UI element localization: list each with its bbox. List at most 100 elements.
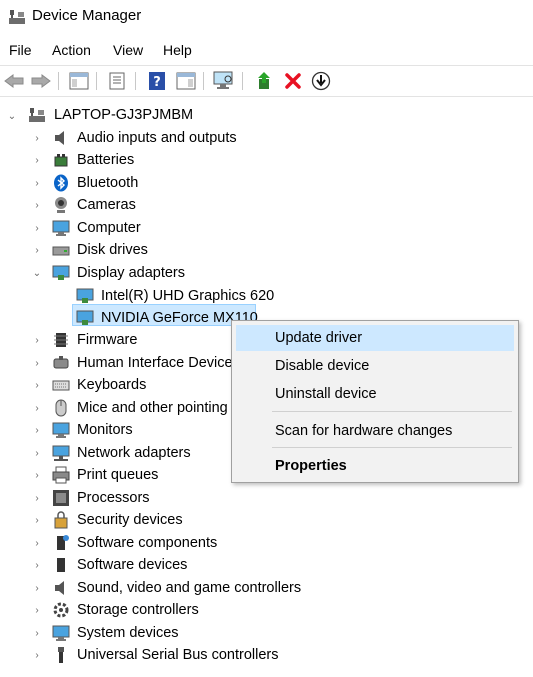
display-adapter-icon	[76, 288, 94, 303]
tree-item-print-queues[interactable]: Print queues	[77, 464, 158, 486]
tree-item-bluetooth[interactable]: Bluetooth	[77, 172, 138, 194]
menu-bar: File Action View Help	[0, 40, 533, 62]
hid-icon	[53, 356, 69, 369]
device-manager-icon	[9, 10, 25, 24]
tree-item-storage[interactable]: Storage controllers	[77, 599, 199, 621]
speaker-icon	[55, 131, 64, 145]
security-key-icon	[54, 511, 68, 529]
chevron-right-icon[interactable]: ›	[32, 380, 42, 391]
software-device-icon	[57, 558, 65, 572]
mouse-icon	[55, 399, 67, 417]
tree-item-monitors[interactable]: Monitors	[77, 419, 133, 441]
menu-properties[interactable]: Properties	[236, 453, 514, 479]
back-arrow-icon[interactable]	[2, 69, 26, 93]
context-menu: Update driver Disable device Uninstall d…	[231, 320, 519, 483]
chevron-right-icon[interactable]: ›	[32, 650, 42, 661]
window-title: Device Manager	[32, 7, 142, 24]
tree-item-firmware[interactable]: Firmware	[77, 329, 137, 351]
chevron-right-icon[interactable]: ›	[32, 245, 42, 256]
tree-item-network[interactable]: Network adapters	[77, 442, 191, 464]
computer-icon	[52, 220, 70, 236]
chevron-right-icon[interactable]: ›	[32, 425, 42, 436]
usb-icon	[58, 647, 64, 663]
monitor-icon	[52, 422, 70, 438]
tree-item-intel-uhd[interactable]: Intel(R) UHD Graphics 620	[101, 285, 274, 307]
printer-icon	[52, 466, 70, 484]
chevron-right-icon[interactable]: ›	[32, 133, 42, 144]
computer-root-icon	[29, 108, 45, 122]
chevron-right-icon[interactable]: ›	[32, 628, 42, 639]
chevron-right-icon[interactable]: ›	[32, 470, 42, 481]
menu-disable-device[interactable]: Disable device	[236, 353, 514, 379]
tree-item-batteries[interactable]: Batteries	[77, 149, 134, 171]
tree-item-software-devices[interactable]: Software devices	[77, 554, 187, 576]
network-adapter-icon	[52, 445, 70, 461]
firmware-chip-icon	[54, 333, 68, 347]
action-pane-icon[interactable]	[174, 69, 198, 93]
help-icon[interactable]: ?	[145, 69, 169, 93]
forward-arrow-icon[interactable]	[29, 69, 53, 93]
chevron-right-icon[interactable]: ›	[32, 538, 42, 549]
show-hide-console-tree-icon[interactable]	[67, 69, 91, 93]
display-adapter-icon	[52, 265, 70, 280]
uninstall-icon[interactable]	[281, 69, 305, 93]
menu-separator	[272, 411, 512, 412]
update-driver-icon[interactable]	[253, 69, 277, 93]
menu-scan-hardware[interactable]: Scan for hardware changes	[236, 418, 514, 444]
keyboard-icon	[52, 380, 70, 391]
tree-root-label[interactable]: LAPTOP-GJ3PJMBM	[54, 104, 193, 126]
battery-icon	[54, 154, 68, 167]
properties-icon[interactable]	[105, 69, 129, 93]
chevron-down-icon[interactable]: ⌄	[7, 111, 17, 122]
tree-item-disk-drives[interactable]: Disk drives	[77, 239, 148, 261]
display-adapter-icon	[76, 310, 94, 325]
chevron-right-icon[interactable]: ›	[32, 493, 42, 504]
camera-icon	[55, 197, 67, 213]
tree-item-keyboards[interactable]: Keyboards	[77, 374, 146, 396]
menu-help[interactable]: Help	[163, 40, 192, 60]
chevron-right-icon[interactable]: ›	[32, 583, 42, 594]
chevron-right-icon[interactable]: ›	[32, 223, 42, 234]
sound-icon	[55, 581, 64, 595]
scan-hardware-icon[interactable]	[212, 69, 236, 93]
tree-item-software-components[interactable]: Software components	[77, 532, 217, 554]
chevron-down-icon[interactable]: ⌄	[32, 268, 42, 279]
storage-controller-icon	[53, 602, 69, 618]
chevron-right-icon[interactable]: ›	[32, 448, 42, 459]
tree-item-display-adapters[interactable]: Display adapters	[77, 262, 185, 284]
processor-icon	[53, 490, 69, 506]
chevron-right-icon[interactable]: ›	[32, 560, 42, 571]
menu-file[interactable]: File	[9, 40, 32, 60]
menu-update-driver[interactable]: Update driver	[236, 325, 514, 351]
menu-separator	[272, 447, 512, 448]
tree-item-usb[interactable]: Universal Serial Bus controllers	[77, 644, 278, 666]
tree-item-security[interactable]: Security devices	[77, 509, 183, 531]
menu-action[interactable]: Action	[52, 40, 91, 60]
menu-view[interactable]: View	[113, 40, 143, 60]
svg-text:?: ?	[153, 75, 161, 90]
tree-item-cameras[interactable]: Cameras	[77, 194, 136, 216]
title-bar: Device Manager	[0, 0, 533, 34]
tree-item-hid[interactable]: Human Interface Device	[77, 352, 233, 374]
chevron-right-icon[interactable]: ›	[32, 200, 42, 211]
software-component-icon	[57, 535, 69, 550]
disable-device-icon[interactable]	[309, 69, 333, 93]
tree-item-system-devices[interactable]: System devices	[77, 622, 179, 644]
chevron-right-icon[interactable]: ›	[32, 155, 42, 166]
bluetooth-icon	[54, 174, 68, 192]
chevron-right-icon[interactable]: ›	[32, 515, 42, 526]
disk-drive-icon	[52, 246, 70, 256]
chevron-right-icon[interactable]: ›	[32, 335, 42, 346]
chevron-right-icon[interactable]: ›	[32, 605, 42, 616]
toolbar: ?	[0, 65, 533, 97]
tree-item-processors[interactable]: Processors	[77, 487, 150, 509]
chevron-right-icon[interactable]: ›	[32, 358, 42, 369]
system-devices-icon	[52, 625, 70, 641]
chevron-right-icon[interactable]: ›	[32, 178, 42, 189]
tree-item-audio[interactable]: Audio inputs and outputs	[77, 127, 237, 149]
tree-item-mice[interactable]: Mice and other pointing	[77, 397, 228, 419]
tree-item-computer[interactable]: Computer	[77, 217, 141, 239]
tree-item-sound[interactable]: Sound, video and game controllers	[77, 577, 301, 599]
menu-uninstall-device[interactable]: Uninstall device	[236, 381, 514, 407]
chevron-right-icon[interactable]: ›	[32, 403, 42, 414]
